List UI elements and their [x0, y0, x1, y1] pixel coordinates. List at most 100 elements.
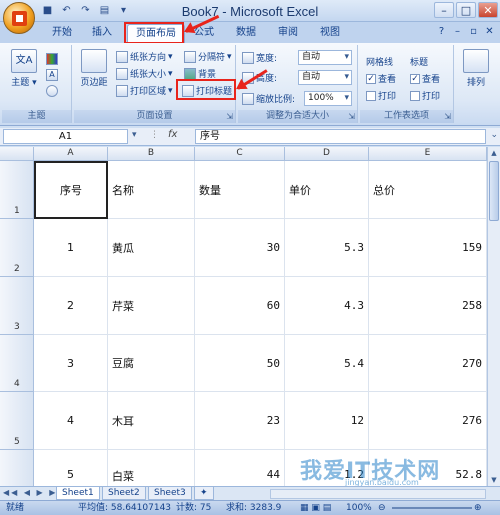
formula-bar: A1 ▾ ⋮ fx 序号 ⌄ — [0, 128, 500, 146]
column-header-a[interactable]: A — [34, 147, 108, 161]
cell-a5[interactable]: 4 — [34, 392, 108, 450]
cell-a3[interactable]: 2 — [34, 277, 108, 335]
column-header-e[interactable]: E — [369, 147, 487, 161]
vertical-scrollbar[interactable]: ▲ ▼ — [487, 147, 500, 486]
gridlines-print-checkbox[interactable]: 打印 — [366, 89, 396, 102]
cell-e5[interactable]: 276 — [369, 392, 487, 450]
cell-d3[interactable]: 4.3 — [285, 277, 369, 335]
cell-d4[interactable]: 5.4 — [285, 335, 369, 392]
row-header-1[interactable]: 1 — [0, 161, 34, 219]
breaks-button[interactable]: 分隔符 ▾ — [184, 49, 232, 64]
cell-e1[interactable]: 总价 — [369, 161, 487, 219]
tab-insert[interactable]: 插入 — [84, 24, 120, 43]
column-header-c[interactable]: C — [195, 147, 285, 161]
view-mode-icons[interactable]: ▦ ▣ ▤ — [300, 501, 331, 515]
sheet-tab-2[interactable]: Sheet2 — [102, 487, 146, 500]
scale-launcher-icon[interactable]: ⇲ — [348, 112, 355, 121]
sheet-options-launcher-icon[interactable]: ⇲ — [444, 112, 451, 121]
cell-c2[interactable]: 30 — [195, 219, 285, 277]
close-button[interactable]: ✕ — [478, 2, 498, 18]
name-box[interactable]: A1 — [3, 129, 128, 144]
cell-a2[interactable]: 1 — [34, 219, 108, 277]
print-area-button[interactable]: 打印区域 ▾ — [116, 83, 173, 98]
cell-b5[interactable]: 木耳 — [108, 392, 195, 450]
cell-b6[interactable]: 白菜 — [108, 450, 195, 486]
zoom-level[interactable]: 100% — [346, 501, 372, 515]
theme-effects-button[interactable] — [46, 83, 58, 98]
scroll-down-icon[interactable]: ▼ — [488, 474, 500, 486]
column-header-b[interactable]: B — [108, 147, 195, 161]
cell-b4[interactable]: 豆腐 — [108, 335, 195, 392]
cell-a4[interactable]: 3 — [34, 335, 108, 392]
column-header-d[interactable]: D — [285, 147, 369, 161]
cell-b1[interactable]: 名称 — [108, 161, 195, 219]
spreadsheet-grid: A B C D E 1 序号 名称 数量 单价 总价 2 1 黄瓜 30 5.3… — [0, 147, 487, 486]
minimize-button[interactable]: – — [434, 2, 454, 18]
sheet-tab-3[interactable]: Sheet3 — [148, 487, 192, 500]
size-button[interactable]: 纸张大小 ▾ — [116, 66, 173, 81]
cell-b3[interactable]: 芹菜 — [108, 277, 195, 335]
row-header-5[interactable]: 5 — [0, 392, 34, 450]
cell-c3[interactable]: 60 — [195, 277, 285, 335]
tab-view[interactable]: 视图 — [312, 24, 348, 43]
horizontal-scrollbar[interactable] — [270, 489, 486, 499]
scale-input[interactable]: 100% — [304, 91, 352, 106]
scale-icon — [242, 92, 254, 105]
cell-d1[interactable]: 单价 — [285, 161, 369, 219]
cell-e4[interactable]: 270 — [369, 335, 487, 392]
gridlines-view-checkbox[interactable]: ✓ 查看 — [366, 72, 396, 85]
insert-sheet-icon[interactable]: ✦ — [194, 487, 214, 500]
theme-colors-button[interactable] — [46, 51, 58, 66]
name-box-dropdown-icon[interactable]: ▾ — [132, 130, 137, 140]
group-scale-to-fit: 宽度: 自动 高度: 自动 缩放比例: 100% 调整为合适大小 ⇲ — [238, 45, 358, 123]
checkmark-icon: ✓ — [410, 73, 420, 84]
cell-c6[interactable]: 44 — [195, 450, 285, 486]
ribbon-close-icon[interactable]: ✕ — [483, 26, 496, 37]
width-select[interactable]: 自动 — [298, 50, 352, 65]
height-select[interactable]: 自动 — [298, 70, 352, 85]
scroll-up-icon[interactable]: ▲ — [488, 147, 500, 159]
cell-c5[interactable]: 23 — [195, 392, 285, 450]
row-header-3[interactable]: 3 — [0, 277, 34, 335]
orientation-icon — [116, 50, 128, 63]
cell-c4[interactable]: 50 — [195, 335, 285, 392]
theme-fonts-button[interactable]: A — [46, 67, 58, 82]
cell-a6[interactable]: 5 — [34, 450, 108, 486]
expand-formula-icon[interactable]: ⌄ — [490, 130, 498, 140]
row-header-4[interactable]: 4 — [0, 335, 34, 392]
select-all-corner[interactable] — [0, 147, 34, 161]
page-setup-launcher-icon[interactable]: ⇲ — [226, 112, 233, 121]
ribbon-tabs: 开始 插入 页面布局 公式 数据 审阅 视图 ? – ▫ ✕ — [0, 22, 500, 44]
margins-button[interactable]: 页边距 — [76, 49, 112, 97]
tab-review[interactable]: 审阅 — [270, 24, 306, 43]
orientation-button[interactable]: 纸张方向 ▾ — [116, 49, 173, 64]
office-button[interactable] — [3, 2, 35, 34]
zoom-in-icon[interactable]: ⊕ — [474, 501, 482, 515]
arrange-button[interactable]: 排列 — [458, 49, 494, 97]
scroll-thumb[interactable] — [489, 161, 499, 221]
tab-data[interactable]: 数据 — [228, 24, 264, 43]
maximize-button[interactable]: □ — [456, 2, 476, 18]
tab-home[interactable]: 开始 — [44, 24, 80, 43]
cell-d2[interactable]: 5.3 — [285, 219, 369, 277]
row-header-6[interactable] — [0, 450, 34, 486]
formula-input[interactable]: 序号 — [195, 129, 486, 144]
row-header-2[interactable]: 2 — [0, 219, 34, 277]
cell-b2[interactable]: 黄瓜 — [108, 219, 195, 277]
cell-e3[interactable]: 258 — [369, 277, 487, 335]
themes-button[interactable]: 文A 主题 ▾ — [6, 49, 42, 97]
cell-d5[interactable]: 12 — [285, 392, 369, 450]
cell-e2[interactable]: 159 — [369, 219, 487, 277]
insert-function-icon[interactable]: fx — [168, 129, 177, 140]
zoom-slider[interactable] — [392, 507, 472, 509]
headings-print-checkbox[interactable]: 打印 — [410, 89, 440, 102]
help-icon[interactable]: ? — [435, 26, 448, 37]
sheet-tab-bar: ◀◀ ◀ ▶ ▶▶ Sheet1 Sheet2 Sheet3 ✦ — [0, 486, 500, 500]
cell-c1[interactable]: 数量 — [195, 161, 285, 219]
cell-a1[interactable]: 序号 — [34, 161, 108, 219]
ribbon-restore-icon[interactable]: ▫ — [467, 26, 480, 37]
sheet-tab-1[interactable]: Sheet1 — [56, 487, 100, 500]
headings-view-checkbox[interactable]: ✓ 查看 — [410, 72, 440, 85]
zoom-out-icon[interactable]: ⊖ — [378, 501, 386, 515]
ribbon-minimize-icon[interactable]: – — [451, 26, 464, 37]
